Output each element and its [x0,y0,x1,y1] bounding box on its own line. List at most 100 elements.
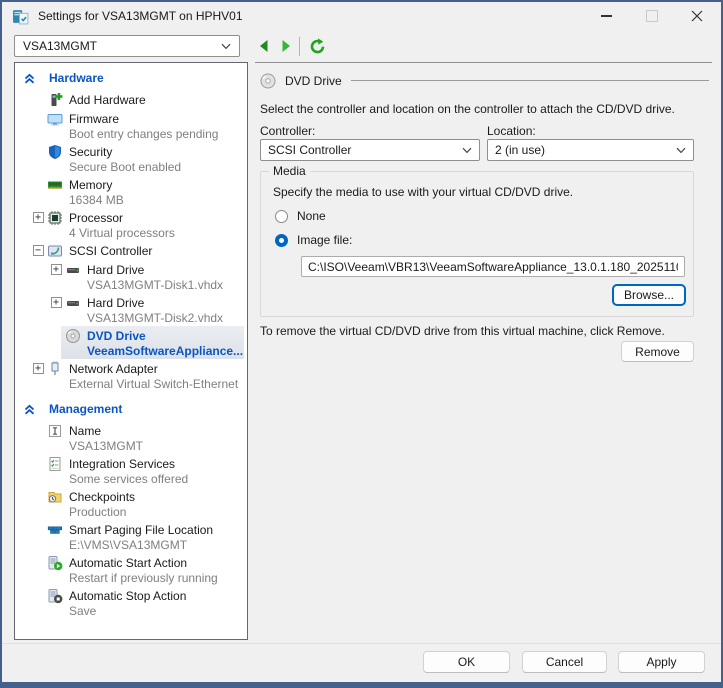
tree-item-label: DVD Drive [87,329,146,343]
tree-item-dvd-drive[interactable]: DVD DriveVeeamSoftwareAppliance... [15,326,247,359]
forward-arrow-icon [278,38,294,54]
minimize-icon [601,15,612,17]
tree-item-name[interactable]: NameVSA13MGMT [15,421,247,454]
tree-item-hard-drive[interactable]: + Hard DriveVSA13MGMT-Disk1.vhdx [15,260,247,293]
navigate-back-button[interactable] [254,36,274,56]
tree-item-scsi-controller[interactable]: −SCSI Controller [15,241,247,260]
tree-item-label: Hard Drive [87,263,144,277]
auto-start-icon [47,555,69,571]
tree-item-label: Integration Services [69,457,175,471]
panel-title: DVD Drive [285,74,342,88]
media-group-label: Media [269,164,310,178]
expand-plus-icon[interactable]: + [33,363,44,374]
radio-image-checked[interactable] [275,234,288,247]
image-file-path-input[interactable] [301,256,685,277]
add-hardware-icon [47,92,69,108]
cancel-button[interactable]: Cancel [522,651,607,673]
refresh-button[interactable] [307,36,327,56]
close-button[interactable] [674,2,719,30]
radio-none-label: None [297,209,326,223]
tree-item-hard-drive[interactable]: + Hard DriveVSA13MGMT-Disk2.vhdx [15,293,247,326]
tree-item-sublabel: VSA13MGMT-Disk1.vhdx [15,278,247,292]
settings-tree: Hardware Add Hardware FirmwareBoot entry c… [14,62,248,640]
remove-button[interactable]: Remove [621,341,694,362]
maximize-icon [646,10,658,22]
tree-item-integration-services[interactable]: Integration ServicesSome services offere… [15,454,247,487]
tree-item-smart-paging-file-location[interactable]: Smart Paging File LocationE:\VMS\VSA13MG… [15,520,247,553]
dvd-disc-icon [260,73,276,89]
section-label: Management [49,402,122,416]
tree-item-label: Security [69,145,112,159]
minimize-button[interactable] [584,2,629,30]
tree-item-memory[interactable]: Memory16384 MB [15,175,247,208]
tree-item-add-hardware[interactable]: Add Hardware [15,90,247,109]
tree-item-sublabel: Secure Boot enabled [15,160,247,174]
network-adapter-icon [47,361,69,377]
hard-drive-icon [65,262,87,278]
hard-drive-icon [65,295,87,311]
radio-image-label: Image file: [297,233,352,247]
media-image-file-option[interactable]: Image file: [275,233,352,247]
tree-item-checkpoints[interactable]: CheckpointsProduction [15,487,247,520]
location-label: Location: [487,124,536,138]
vm-selector-dropdown[interactable]: VSA13MGMT [14,35,240,57]
tree-section-management[interactable]: Management [15,399,247,419]
tree-item-sublabel: VSA13MGMT-Disk2.vhdx [15,311,247,325]
chevron-down-icon [462,147,472,154]
hyperv-settings-icon [12,8,29,25]
integration-services-icon [47,456,69,472]
chevron-double-up-icon[interactable] [23,72,36,85]
checkpoints-icon [47,489,69,505]
tree-item-sublabel: Boot entry changes pending [15,127,247,141]
expand-plus-icon[interactable]: + [51,264,62,275]
tree-item-label: Hard Drive [87,296,144,310]
controller-value: SCSI Controller [268,143,351,157]
tree-item-processor[interactable]: +Processor4 Virtual processors [15,208,247,241]
chevron-double-up-icon[interactable] [23,403,36,416]
expand-plus-icon[interactable]: + [33,212,44,223]
window-controls [584,2,719,30]
browse-button[interactable]: Browse... [612,284,686,306]
close-icon [691,10,703,22]
refresh-icon [309,38,326,55]
tree-item-label: Checkpoints [69,490,135,504]
tree-item-sublabel: VeeamSoftwareAppliance... [15,344,247,358]
titlebar[interactable]: Settings for VSA13MGMT on HPHV01 [2,2,721,30]
security-icon [47,144,69,160]
chevron-down-icon [676,147,686,154]
tree-item-label: Smart Paging File Location [69,523,213,537]
tree-item-firmware[interactable]: FirmwareBoot entry changes pending [15,109,247,142]
tree-item-automatic-stop-action[interactable]: Automatic Stop ActionSave [15,586,247,619]
ok-button[interactable]: OK [423,651,510,673]
tree-item-sublabel: 4 Virtual processors [15,226,247,240]
apply-button[interactable]: Apply [618,651,705,673]
settings-window: Settings for VSA13MGMT on HPHV01 VSA13MG… [0,0,723,688]
navigate-forward-button[interactable] [276,36,296,56]
tree-item-label: Firmware [69,112,119,126]
tree-section-hardware[interactable]: Hardware [15,68,247,88]
tree-item-security[interactable]: SecuritySecure Boot enabled [15,142,247,175]
maximize-button [629,2,674,30]
tree-item-sublabel: Restart if previously running [15,571,247,585]
collapse-minus-icon[interactable]: − [33,245,44,256]
header-rule [351,80,709,81]
vm-selector-value: VSA13MGMT [23,39,97,53]
tree-item-network-adapter[interactable]: +Network AdapterExternal Virtual Switch-… [15,359,247,392]
tree-item-automatic-start-action[interactable]: Automatic Start ActionRestart if previou… [15,553,247,586]
tree-item-label: Memory [69,178,112,192]
name-icon [47,423,69,439]
location-dropdown[interactable]: 2 (in use) [487,139,694,161]
expand-plus-icon[interactable]: + [51,297,62,308]
tree-item-sublabel: External Virtual Switch-Ethernet [15,377,247,391]
processor-icon [47,210,69,226]
memory-icon [47,177,69,193]
controller-label: Controller: [260,124,315,138]
panel-header: DVD Drive [260,72,709,89]
radio-none-unchecked[interactable] [275,210,288,223]
media-none-option[interactable]: None [275,209,326,223]
tree-item-label: Automatic Stop Action [69,589,186,603]
tree-item-label: Add Hardware [69,93,146,107]
controller-dropdown[interactable]: SCSI Controller [260,139,480,161]
media-groupbox: Media Specify the media to use with your… [260,171,694,317]
tree-item-sublabel: 16384 MB [15,193,247,207]
